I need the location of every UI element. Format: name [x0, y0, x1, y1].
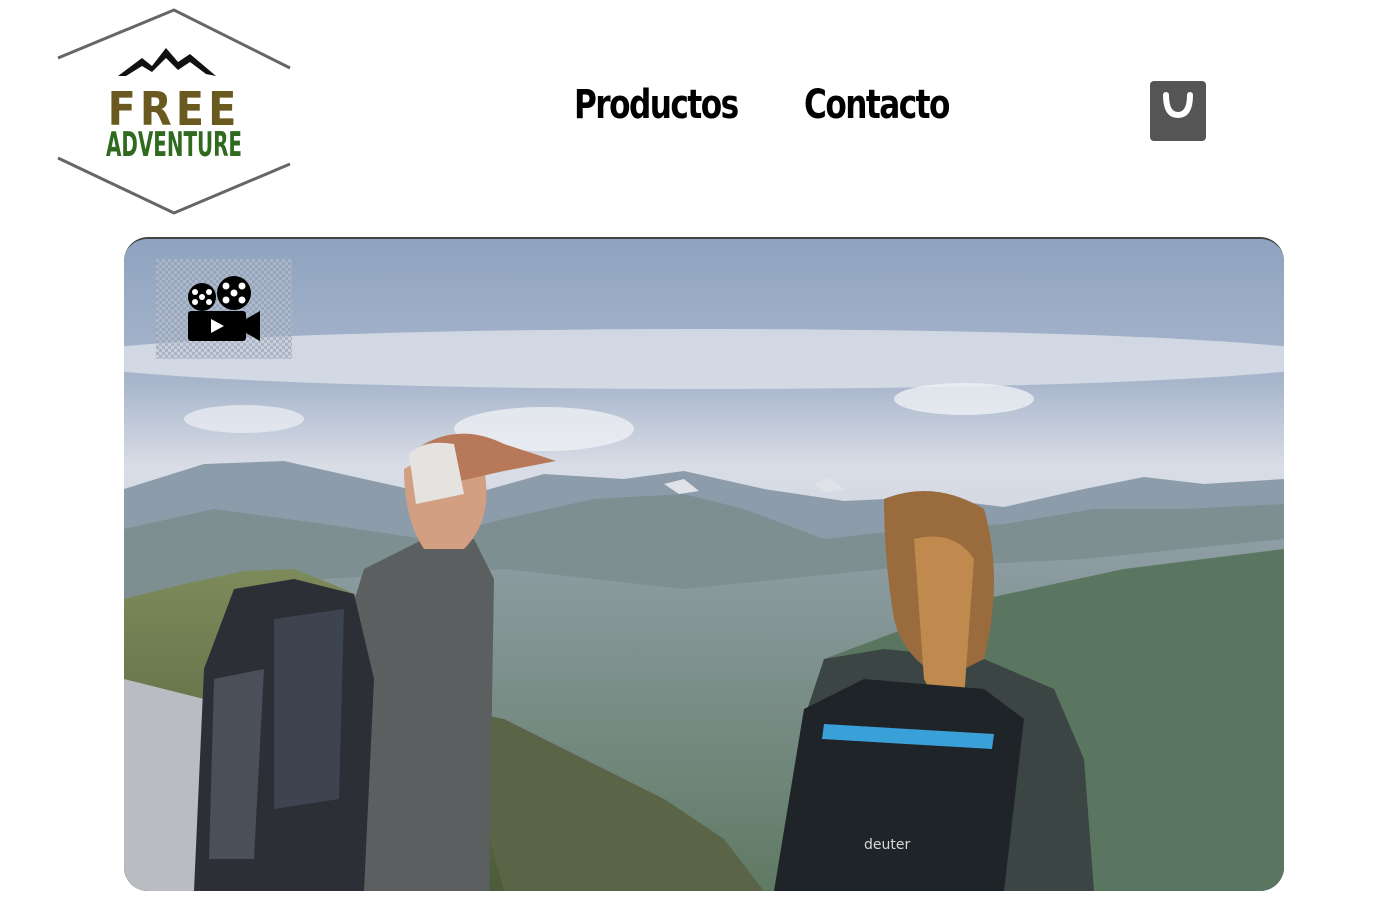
- shopping-bag-icon: [1163, 92, 1193, 119]
- hero-video[interactable]: deuter: [124, 237, 1284, 891]
- nav-link-contacto[interactable]: Contacto: [804, 82, 950, 128]
- cart-button[interactable]: [1150, 81, 1206, 141]
- site-header: FREE ADVENTURE Productos Contacto: [0, 0, 1381, 230]
- nav-link-productos[interactable]: Productos: [574, 82, 739, 128]
- video-play-badge[interactable]: [156, 259, 292, 359]
- hikers-mountain-image: deuter: [124, 239, 1284, 891]
- film-camera-icon: [188, 276, 260, 341]
- backpack-brand-label: deuter: [864, 837, 910, 853]
